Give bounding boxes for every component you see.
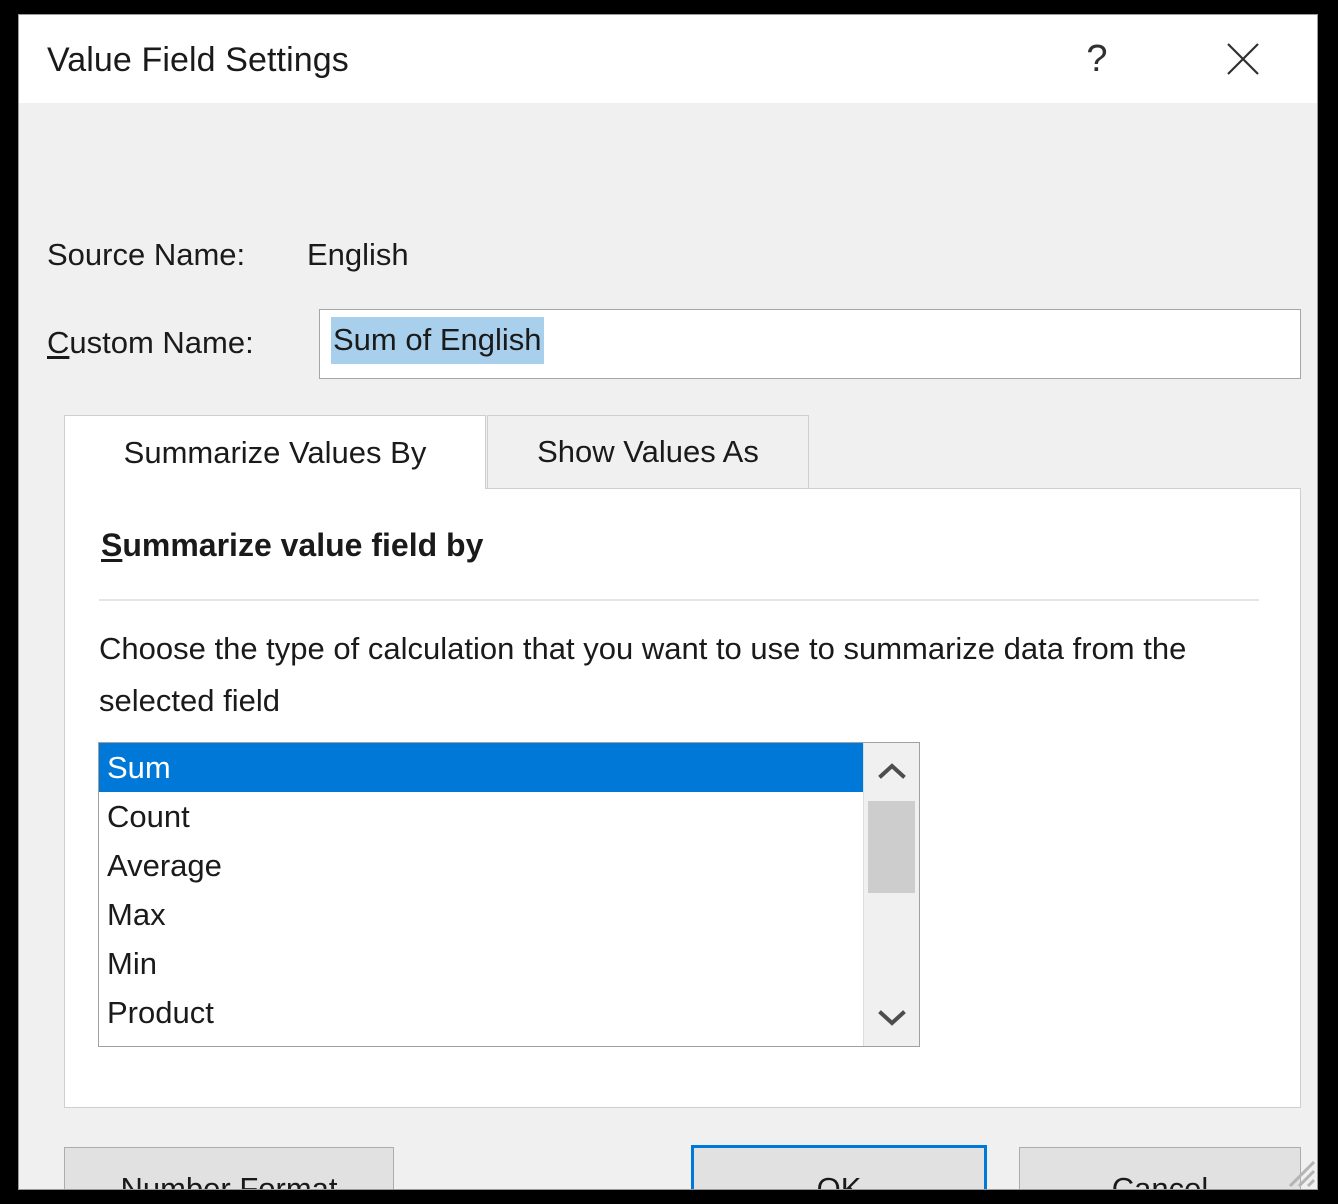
dialog-body: Source Name: English Custom Name: Sum of… [19,103,1317,1189]
panel-heading-rest: ummarize value field by [122,527,483,563]
scroll-down-button[interactable] [864,990,919,1046]
custom-name-input-value: Sum of English [331,317,544,364]
panel-heading-accel-letter: S [101,527,122,563]
custom-name-label: Custom Name: [47,325,254,361]
source-name-value: English [307,237,409,273]
custom-name-input[interactable]: Sum of English [319,309,1301,379]
panel-divider [99,599,1259,601]
scrollbar-thumb[interactable] [868,801,915,893]
list-item[interactable]: Average [99,841,863,890]
value-field-settings-dialog: Value Field Settings ? Source Name: Engl… [18,14,1318,1190]
chevron-up-icon [877,761,907,781]
number-format-label-rest: umber Format [143,1171,338,1191]
tabstrip: Summarize Values By Show Values As [64,415,1301,489]
list-item[interactable]: Min [99,939,863,988]
list-item[interactable]: Count [99,792,863,841]
tab-summarize-values-by-label: Summarize Values By [124,435,427,471]
close-button[interactable] [1195,15,1291,103]
question-mark-icon: ? [1086,38,1107,81]
summarize-values-by-panel: Summarize value field by Choose the type… [64,488,1301,1108]
dialog-titlebar: Value Field Settings ? [19,15,1317,103]
custom-name-accel-letter: C [47,325,69,360]
list-item[interactable]: Product [99,988,863,1037]
ok-button-label: OK [817,1171,862,1191]
number-format-accel-letter: N [120,1171,142,1191]
screen: Value Field Settings ? Source Name: Engl… [0,0,1338,1204]
panel-heading: Summarize value field by [101,527,483,564]
cancel-button-label: Cancel [1112,1171,1209,1191]
panel-description: Choose the type of calculation that you … [99,623,1249,727]
chevron-down-icon [877,1008,907,1028]
number-format-button-label: Number Format [120,1171,337,1191]
tab-show-values-as-label: Show Values As [537,434,759,470]
custom-name-label-rest: ustom Name: [69,325,253,360]
source-name-label: Source Name: [47,237,245,273]
help-button[interactable]: ? [1049,15,1145,109]
list-item[interactable]: Max [99,890,863,939]
summarize-function-listbox[interactable]: Sum Count Average Max Min Product [98,742,920,1047]
tab-show-values-as[interactable]: Show Values As [487,415,809,489]
list-item[interactable]: Sum [99,743,863,792]
dialog-title: Value Field Settings [47,41,349,80]
tab-summarize-values-by[interactable]: Summarize Values By [64,415,486,489]
cancel-button[interactable]: Cancel [1019,1147,1301,1190]
listbox-scrollbar[interactable] [863,743,919,1046]
scroll-up-button[interactable] [864,743,919,799]
ok-button[interactable]: OK [691,1145,987,1190]
close-icon [1223,39,1263,79]
number-format-button[interactable]: Number Format [64,1147,394,1190]
resize-grip[interactable] [1281,1153,1315,1187]
listbox-items: Sum Count Average Max Min Product [99,743,863,1046]
